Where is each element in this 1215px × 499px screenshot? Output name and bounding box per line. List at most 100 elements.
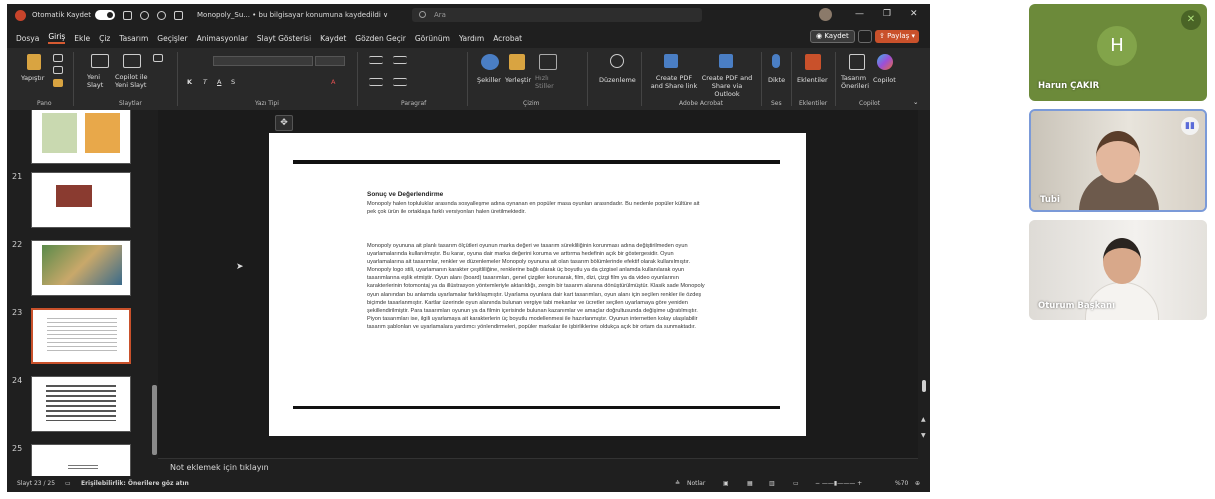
menu-tab[interactable]: Kaydet [320, 34, 346, 43]
align-center-icon[interactable] [393, 78, 407, 86]
dictate-label[interactable]: Dikte [768, 76, 785, 84]
thumbnail-scrollbar[interactable] [152, 110, 157, 460]
slide-paragraph-1[interactable]: Monopoly halen topluluklar arasında sosy… [367, 200, 707, 216]
designer-label[interactable]: Tasarım Önerileri [841, 74, 871, 90]
autosave-toggle[interactable] [95, 10, 116, 20]
share-button[interactable]: ⇪ Paylaş ▾ [875, 30, 920, 43]
slide-title[interactable]: Sonuç ve Değerlendirme [367, 191, 443, 198]
create-pdf-icon[interactable] [664, 54, 678, 68]
editing-label[interactable]: Düzenleme [599, 76, 636, 84]
document-title[interactable]: Monopoly_Su... • bu bilgisayar konumuna … [197, 11, 388, 19]
copilot-label[interactable]: Copilot [873, 76, 896, 84]
comment-icon[interactable] [858, 30, 872, 43]
font-color-icon[interactable]: A [331, 78, 335, 86]
save-button[interactable]: ◉ Kaydet [810, 30, 855, 43]
slide-thumbnail[interactable] [31, 444, 131, 476]
create-pdf-label[interactable]: Create PDF and Share link [649, 74, 699, 90]
designer-icon[interactable] [849, 54, 865, 70]
microphone-icon[interactable] [772, 54, 780, 68]
notes-toggle-icon[interactable]: ≙ [675, 480, 680, 487]
menu-tab[interactable]: Gözden Geçir [355, 34, 406, 43]
slide-scroll-knob[interactable] [922, 380, 926, 392]
save-icon[interactable] [123, 10, 133, 20]
minimize-icon[interactable]: — [855, 9, 864, 19]
quick-styles-label[interactable]: Hızlı Stiller [535, 74, 561, 90]
align-left-icon[interactable] [369, 78, 383, 86]
font-size-select[interactable] [315, 56, 345, 66]
thumbnail-scroll-knob[interactable] [152, 385, 157, 455]
menu-tab[interactable]: Ekle [74, 34, 90, 43]
participant-tile-session-chair[interactable]: Oturum Başkanı [1029, 220, 1207, 320]
zoom-level[interactable]: %70 [895, 480, 908, 487]
copilot-new-slide-label[interactable]: Copilot ile Yeni Slayt [115, 73, 157, 89]
designer-float-icon[interactable]: ✥ [275, 115, 293, 131]
create-pdf-outlook-label[interactable]: Create PDF and Share via Outlook [699, 74, 755, 98]
normal-view-icon[interactable]: ▣ [723, 480, 729, 487]
quick-styles-icon[interactable] [539, 54, 557, 70]
italic-icon[interactable]: T [203, 78, 207, 86]
maximize-icon[interactable]: ❐ [883, 9, 891, 19]
fit-to-window-icon[interactable]: ⊕ [915, 480, 920, 487]
paste-icon[interactable] [27, 54, 41, 70]
addins-icon[interactable] [805, 54, 821, 70]
menu-tab[interactable]: Giriş [48, 32, 66, 44]
copilot-icon[interactable] [877, 54, 893, 70]
copilot-new-slide-icon[interactable] [123, 54, 141, 68]
slide-scrollbar[interactable]: ▲ ▼ [919, 110, 930, 458]
undo-icon[interactable] [140, 10, 150, 20]
addins-label[interactable]: Eklentiler [797, 76, 828, 84]
slideshow-icon[interactable]: ▭ [793, 480, 799, 487]
shadow-icon[interactable]: S [231, 78, 235, 86]
current-slide[interactable]: Sonuç ve Değerlendirme Monopoly halen to… [269, 133, 806, 436]
menu-tab[interactable]: Tasarım [119, 34, 148, 43]
notes-pane[interactable]: Not eklemek için tıklayın [158, 458, 918, 476]
copy-icon[interactable] [53, 66, 63, 74]
spellcheck-icon[interactable]: ▭ [65, 480, 71, 487]
paste-label[interactable]: Yapıştır [21, 74, 44, 82]
next-slide-icon[interactable]: ▼ [921, 432, 926, 439]
shapes-icon[interactable] [481, 54, 499, 70]
slide-thumbnail[interactable] [31, 172, 131, 228]
bold-icon[interactable]: K [187, 78, 192, 86]
menu-tab[interactable]: Çiz [99, 34, 110, 43]
slide-thumbnail[interactable] [31, 376, 131, 432]
notes-toggle[interactable]: Notlar [687, 480, 705, 487]
format-painter-icon[interactable] [53, 79, 63, 87]
menu-tab[interactable]: Dosya [16, 34, 39, 43]
cut-icon[interactable] [53, 54, 63, 62]
collapse-ribbon-icon[interactable]: ⌄ [913, 98, 918, 106]
reading-view-icon[interactable]: ▥ [769, 480, 775, 487]
search-input[interactable]: Ara [412, 8, 702, 22]
arrange-icon[interactable] [509, 54, 525, 70]
new-slide-icon[interactable] [91, 54, 109, 68]
slide-sorter-icon[interactable]: ▦ [747, 480, 753, 487]
slide-paragraph-2[interactable]: Monopoly oyununa ait planlı tasarım ölçü… [367, 242, 707, 331]
new-slide-label[interactable]: Yeni Slayt [87, 73, 117, 89]
profile-avatar[interactable] [819, 8, 832, 21]
slide-thumbnail[interactable] [30, 307, 132, 365]
redo-icon[interactable] [157, 10, 167, 20]
find-icon[interactable] [610, 54, 624, 68]
menu-tab[interactable]: Geçişler [157, 34, 187, 43]
layout-icon[interactable] [153, 54, 163, 62]
present-icon[interactable] [174, 10, 184, 20]
zoom-slider[interactable]: − ——▮——— + [815, 480, 862, 487]
numbering-icon[interactable] [393, 56, 407, 64]
close-icon[interactable]: ✕ [910, 9, 918, 19]
shapes-label[interactable]: Şekiller [477, 76, 501, 84]
participant-tile-tubi[interactable]: ▮▮ Tubi [1029, 109, 1207, 212]
slide-thumbnail[interactable] [31, 110, 131, 164]
accessibility-status[interactable]: Erişilebilirlik: Önerilere göz atın [81, 480, 189, 487]
menu-tab[interactable]: Acrobat [493, 34, 522, 43]
arrange-label[interactable]: Yerleştir [505, 76, 531, 84]
menu-tab[interactable]: Animasyonlar [197, 34, 248, 43]
prev-slide-icon[interactable]: ▲ [921, 416, 926, 423]
underline-icon[interactable]: A [217, 78, 221, 86]
bullets-icon[interactable] [369, 56, 383, 64]
menu-tab[interactable]: Yardım [459, 34, 484, 43]
font-family-select[interactable] [213, 56, 313, 66]
create-pdf-outlook-icon[interactable] [719, 54, 733, 68]
participant-tile-harun[interactable]: H ✕ Harun ÇAKIR [1029, 4, 1207, 101]
slide-thumbnail[interactable] [31, 240, 131, 296]
menu-tab[interactable]: Slayt Gösterisi [257, 34, 311, 43]
